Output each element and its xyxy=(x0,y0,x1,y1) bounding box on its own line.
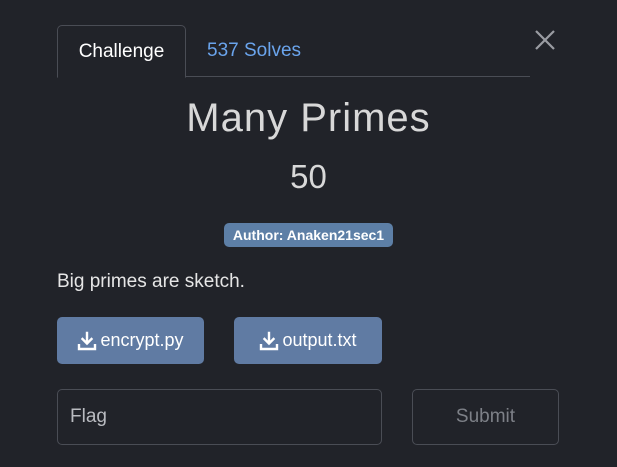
tab-challenge[interactable]: Challenge xyxy=(57,25,186,78)
author-badge: Author: Anaken21sec1 xyxy=(223,223,394,247)
submit-button[interactable]: Submit xyxy=(412,389,559,445)
challenge-tabs: Challenge 537 Solves xyxy=(57,25,530,78)
download-encrypt-label: encrypt.py xyxy=(100,330,184,350)
author-container: Author: Anaken21sec1 xyxy=(0,223,617,247)
download-encrypt-button[interactable]: encrypt.py xyxy=(57,317,204,364)
download-icon xyxy=(78,331,97,350)
flag-input[interactable] xyxy=(57,389,382,445)
tab-solves[interactable]: 537 Solves xyxy=(207,25,301,77)
challenge-points: 50 xyxy=(290,158,327,195)
challenge-description: Big primes are sketch. xyxy=(57,271,245,292)
challenge-title: Many Primes xyxy=(186,96,431,140)
close-icon[interactable] xyxy=(532,27,558,53)
download-output-button[interactable]: output.txt xyxy=(234,317,382,364)
download-output-label: output.txt xyxy=(282,330,357,350)
download-icon xyxy=(260,331,279,350)
